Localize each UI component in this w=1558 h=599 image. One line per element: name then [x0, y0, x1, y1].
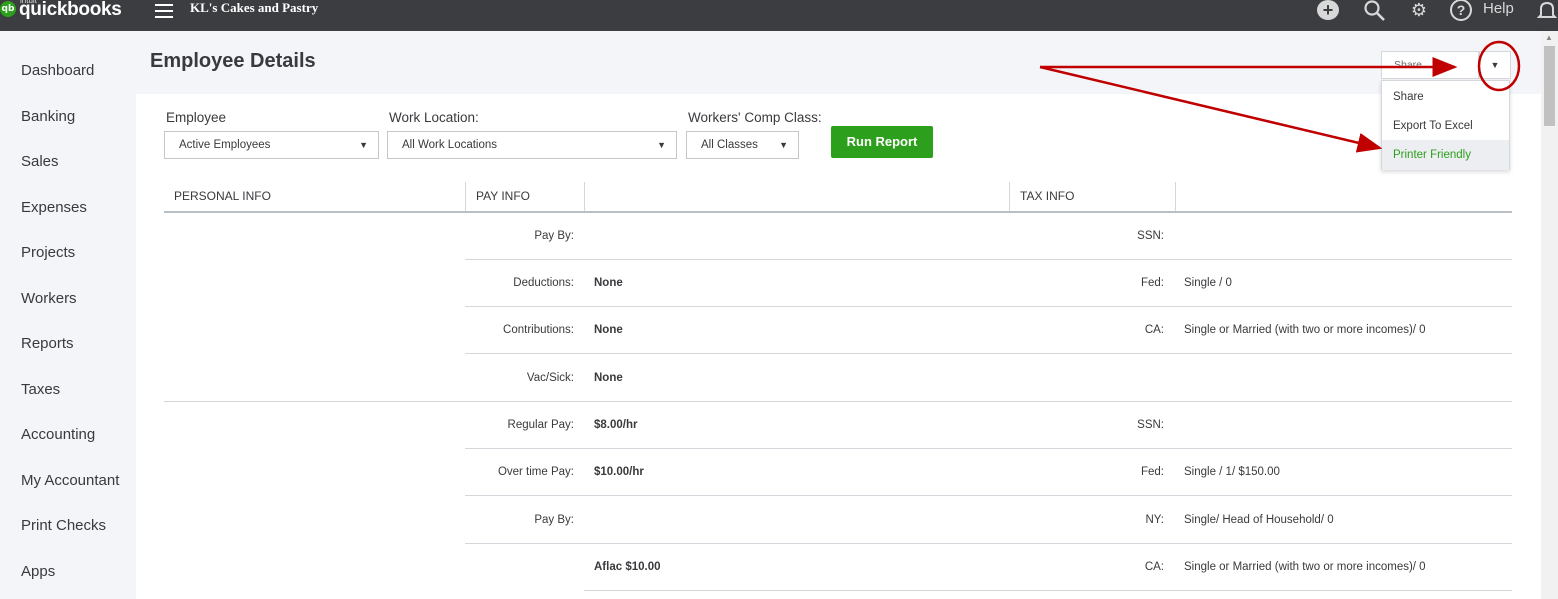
page-title: Employee Details — [150, 50, 316, 72]
tax-label: CA: — [1144, 324, 1164, 336]
quickbooks-brand[interactable]: quickbooks — [19, 0, 122, 19]
pay-label: Deductions: — [513, 277, 574, 289]
chevron-down-icon: ▼ — [1490, 60, 1500, 70]
company-name: KL's Cakes and Pastry — [190, 0, 319, 15]
search-icon[interactable] — [1362, 0, 1388, 22]
sidebar-item-sales[interactable]: Sales — [21, 153, 59, 170]
top-navigation-bar: qb intuit quickbooks KL's Cakes and Past… — [0, 0, 1558, 31]
scrollbar-thumb[interactable] — [1544, 46, 1555, 126]
scroll-up-arrow-icon[interactable]: ▲ — [1545, 33, 1553, 42]
employee-divider — [164, 401, 1512, 402]
sidebar-item-banking[interactable]: Banking — [21, 108, 75, 125]
table-header-divider — [164, 211, 1512, 213]
left-sidebar: Dashboard Banking Sales Expenses Project… — [0, 31, 135, 599]
bell-icon[interactable] — [1536, 0, 1558, 22]
pay-value: Aflac $10.00 — [594, 561, 661, 573]
workers-comp-select-value: All Classes — [701, 139, 758, 151]
pay-label: Contributions: — [503, 324, 574, 336]
tax-value: Single or Married (with two or more inco… — [1184, 324, 1426, 336]
column-header-pay-info: PAY INFO — [465, 182, 584, 213]
help-icon[interactable]: ? — [1450, 0, 1472, 21]
help-label[interactable]: Help — [1483, 0, 1514, 17]
sidebar-item-expenses[interactable]: Expenses — [21, 199, 87, 216]
row-divider — [465, 259, 1512, 260]
pay-value: $8.00/hr — [594, 419, 638, 431]
pay-value: None — [594, 277, 623, 289]
employee-select-value: Active Employees — [179, 139, 271, 151]
pay-value: None — [594, 324, 623, 336]
row-divider — [465, 495, 1512, 496]
row-divider — [465, 543, 1512, 544]
sidebar-item-dashboard[interactable]: Dashboard — [21, 62, 94, 79]
pay-value: None — [594, 372, 623, 384]
pay-label: Regular Pay: — [507, 419, 574, 431]
pay-value: $10.00/hr — [594, 466, 644, 478]
tax-value: Single/ Head of Household/ 0 — [1184, 514, 1334, 526]
quickbooks-logo-icon[interactable]: qb — [0, 1, 16, 17]
gear-icon[interactable]: ⚙ — [1406, 0, 1432, 22]
row-divider — [465, 448, 1512, 449]
employee-filter-label: Employee — [166, 110, 227, 125]
sidebar-item-projects[interactable]: Projects — [21, 244, 75, 261]
menu-item-share[interactable]: Share — [1382, 82, 1509, 112]
pay-label: Vac/Sick: — [526, 372, 574, 384]
chevron-down-icon: ▼ — [657, 140, 666, 150]
employee-select[interactable]: Active Employees ▼ — [164, 131, 379, 159]
tax-value: Single / 0 — [1184, 277, 1232, 289]
row-divider — [465, 353, 1512, 354]
work-location-filter-label: Work Location: — [389, 110, 479, 125]
menu-item-export-to-excel[interactable]: Export To Excel — [1382, 111, 1509, 141]
tax-label: NY: — [1145, 514, 1164, 526]
sidebar-item-accounting[interactable]: Accounting — [21, 426, 95, 443]
pay-label: Pay By: — [534, 230, 574, 242]
sidebar-item-my-accountant[interactable]: My Accountant — [21, 472, 119, 489]
workers-comp-filter-label: Workers' Comp Class: — [688, 110, 822, 125]
tax-label: Fed: — [1140, 277, 1164, 289]
sidebar-item-apps[interactable]: Apps — [21, 563, 55, 580]
create-plus-icon[interactable]: + — [1317, 0, 1339, 20]
sidebar-item-reports[interactable]: Reports — [21, 335, 74, 352]
share-dropdown-toggle[interactable]: ▼ — [1479, 51, 1511, 79]
tax-label: SSN: — [1137, 419, 1164, 431]
menu-item-printer-friendly[interactable]: Printer Friendly — [1382, 140, 1509, 170]
hamburger-menu-icon[interactable] — [155, 4, 173, 18]
work-location-select[interactable]: All Work Locations ▼ — [387, 131, 677, 159]
sidebar-item-workers[interactable]: Workers — [21, 290, 77, 307]
chevron-down-icon: ▼ — [779, 140, 788, 150]
run-report-button[interactable]: Run Report — [831, 126, 933, 158]
workers-comp-select[interactable]: All Classes ▼ — [686, 131, 799, 159]
tax-value: Single or Married (with two or more inco… — [1184, 561, 1426, 573]
row-divider — [584, 590, 1512, 591]
sidebar-item-print-checks[interactable]: Print Checks — [21, 517, 106, 534]
work-location-select-value: All Work Locations — [402, 139, 498, 151]
tax-value: Single / 1/ $150.00 — [1184, 466, 1280, 478]
sidebar-item-taxes[interactable]: Taxes — [21, 381, 60, 398]
column-header-pay-detail — [584, 182, 1009, 213]
share-dropdown-menu: Share Export To Excel Printer Friendly — [1381, 80, 1510, 170]
pay-label: Over time Pay: — [497, 466, 574, 478]
chevron-down-icon: ▼ — [359, 140, 368, 150]
tax-label: SSN: — [1137, 230, 1164, 242]
tax-label: CA: — [1144, 561, 1164, 573]
column-header-personal-info: PERSONAL INFO — [174, 189, 271, 203]
share-button[interactable]: Share — [1381, 51, 1479, 79]
column-header-tax-detail — [1175, 182, 1512, 213]
tax-label: Fed: — [1140, 466, 1164, 478]
row-divider — [465, 306, 1512, 307]
column-header-tax-info: TAX INFO — [1009, 182, 1175, 213]
pay-label: Pay By: — [534, 514, 574, 526]
